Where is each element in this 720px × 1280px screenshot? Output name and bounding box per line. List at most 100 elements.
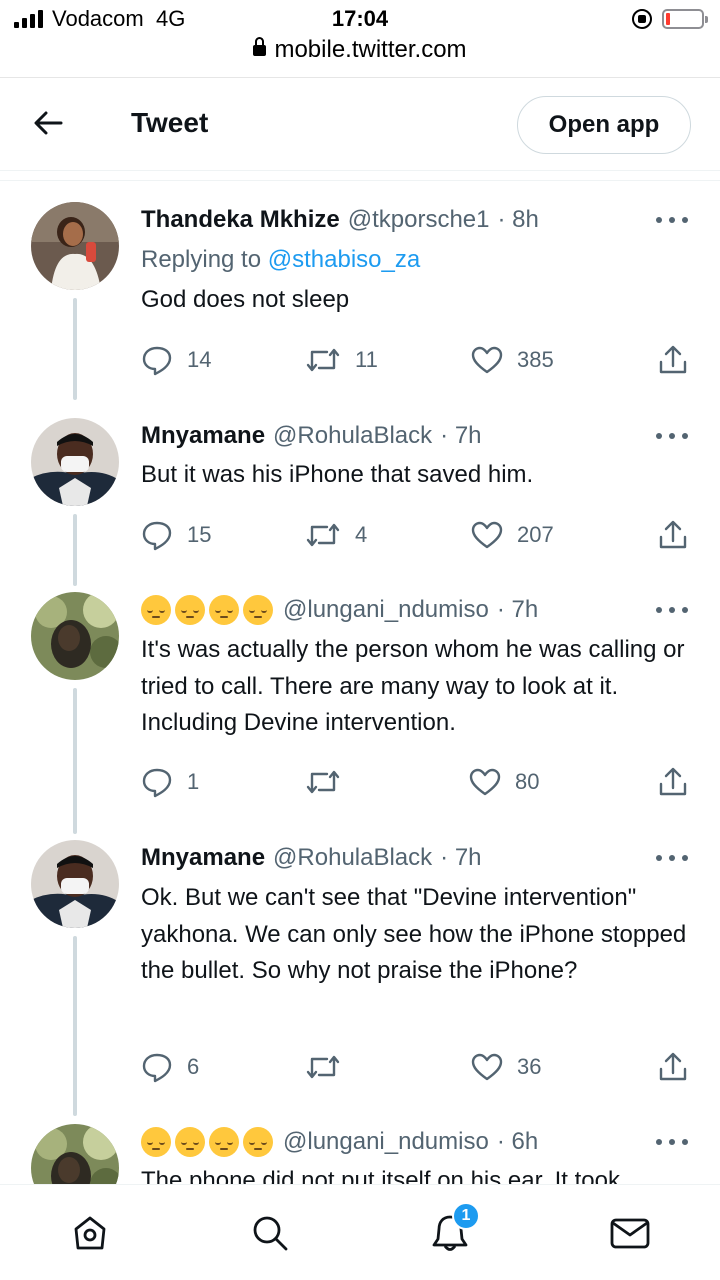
messages-icon <box>610 1218 650 1249</box>
retweet-button[interactable]: 11 <box>305 340 378 380</box>
tweet-actions: 6 36 <box>141 1047 701 1087</box>
retweet-button[interactable] <box>305 1047 341 1087</box>
retweet-button[interactable] <box>305 762 341 802</box>
mention-link[interactable]: @sthabiso_za <box>268 246 420 273</box>
more-options-button[interactable] <box>656 1125 688 1159</box>
share-button[interactable] <box>657 1047 689 1087</box>
url-text: mobile.twitter.com <box>274 36 467 63</box>
handle[interactable]: @tkporsche1 <box>348 206 490 234</box>
tweet-text: God does not sleep <box>141 286 350 313</box>
share-button[interactable] <box>657 340 689 380</box>
reply-button[interactable]: 6 <box>141 1047 199 1087</box>
pensive-face-icon <box>209 595 239 625</box>
thread-line <box>73 688 77 834</box>
handle[interactable]: @RohulaBlack <box>273 844 432 872</box>
battery-icon <box>662 9 708 29</box>
share-button[interactable] <box>657 515 689 555</box>
like-button[interactable]: 207 <box>471 515 554 555</box>
tweet-text: It's was actually the person whom he was… <box>141 636 685 736</box>
more-options-button[interactable] <box>656 841 688 875</box>
nav-messages[interactable] <box>606 1209 654 1257</box>
lock-icon <box>253 37 267 56</box>
like-count: 385 <box>517 347 554 372</box>
timestamp[interactable]: · 7h <box>440 422 481 450</box>
display-name[interactable]: Mnyamane <box>141 844 265 872</box>
more-options-button[interactable] <box>656 203 688 237</box>
open-app-button[interactable]: Open app <box>517 96 691 154</box>
more-options-button[interactable] <box>656 593 688 627</box>
pensive-face-icon <box>243 595 273 625</box>
thread-line <box>73 936 77 1116</box>
tweet-actions: 15 4 207 <box>141 515 701 555</box>
avatar[interactable] <box>31 418 119 506</box>
nav-search[interactable] <box>246 1209 294 1257</box>
timestamp[interactable]: · 6h <box>497 1128 538 1156</box>
handle[interactable]: @lungani_ndumiso <box>283 1128 489 1156</box>
tweet-header: Mnyamane @RohulaBlack · 7h <box>141 841 700 875</box>
display-name[interactable]: Mnyamane <box>141 422 265 450</box>
pensive-face-icon <box>209 1127 239 1157</box>
heart-icon <box>469 768 501 796</box>
pensive-face-icon <box>175 1127 205 1157</box>
share-icon <box>659 767 687 796</box>
reply-icon <box>142 768 172 798</box>
tweet-text: Ok. But we can't see that "Devine interv… <box>141 884 687 984</box>
reply-button[interactable]: 15 <box>141 515 211 555</box>
like-button[interactable]: 385 <box>471 340 554 380</box>
retweet-icon <box>306 348 340 372</box>
reply-icon <box>142 1053 172 1083</box>
reply-button[interactable]: 1 <box>141 762 199 802</box>
like-count: 80 <box>515 769 540 794</box>
handle[interactable]: @RohulaBlack <box>273 422 432 450</box>
timestamp[interactable]: · 8h <box>497 206 538 234</box>
reply-count: 6 <box>187 1054 200 1079</box>
retweet-count: 4 <box>355 522 368 547</box>
address-bar[interactable]: mobile.twitter.com <box>0 36 720 64</box>
avatar[interactable] <box>31 840 119 928</box>
thread-line <box>73 298 77 400</box>
tweet-actions: 14 11 385 <box>141 340 701 380</box>
back-button[interactable] <box>26 101 70 145</box>
tweet-header: Mnyamane @RohulaBlack · 7h <box>141 419 700 453</box>
like-count: 36 <box>517 1054 542 1079</box>
like-button[interactable]: 36 <box>471 1047 541 1087</box>
handle[interactable]: @lungani_ndumiso <box>283 596 489 624</box>
tweet-text: But it was his iPhone that saved him. <box>141 461 534 488</box>
retweet-icon <box>306 523 340 547</box>
heart-icon <box>471 346 503 374</box>
timestamp[interactable]: · 7h <box>497 596 538 624</box>
avatar[interactable] <box>31 202 119 290</box>
share-icon <box>659 520 687 549</box>
more-options-button[interactable] <box>656 419 688 453</box>
share-icon <box>659 345 687 374</box>
timestamp[interactable]: · 7h <box>440 844 481 872</box>
heart-icon <box>471 1053 503 1081</box>
retweet-button[interactable]: 4 <box>305 515 367 555</box>
search-icon <box>253 1216 288 1251</box>
display-name-emoji[interactable] <box>141 595 273 625</box>
share-button[interactable] <box>657 762 689 802</box>
tweet-actions: 1 80 <box>141 762 701 802</box>
like-button[interactable]: 80 <box>469 762 539 802</box>
tweet-header: @lungani_ndumiso · 7h <box>141 593 700 627</box>
status-time: 17:04 <box>331 6 389 31</box>
notification-badge: 1 <box>452 1202 480 1230</box>
orientation-lock-icon <box>632 9 652 29</box>
bottom-navigation: 1 <box>0 1184 720 1280</box>
display-name[interactable]: Thandeka Mkhize <box>141 206 340 234</box>
reply-count: 14 <box>187 347 212 372</box>
avatar[interactable] <box>31 592 119 680</box>
page-header: Tweet Open app <box>0 79 720 171</box>
nav-home[interactable] <box>66 1209 114 1257</box>
reply-count: 15 <box>187 522 212 547</box>
display-name-emoji[interactable] <box>141 1127 273 1157</box>
ios-status-bar: Vodacom 4G 17:04 mobile.twitter.com <box>0 0 720 78</box>
divider <box>0 180 720 181</box>
replying-to: Replying to @sthabiso_za <box>141 246 421 273</box>
reply-button[interactable]: 14 <box>141 340 211 380</box>
retweet-count: 11 <box>355 347 378 372</box>
tweet-header: @lungani_ndumiso · 6h <box>141 1125 700 1159</box>
reply-icon <box>142 521 172 551</box>
retweet-icon <box>306 770 340 794</box>
reply-icon <box>142 346 172 376</box>
